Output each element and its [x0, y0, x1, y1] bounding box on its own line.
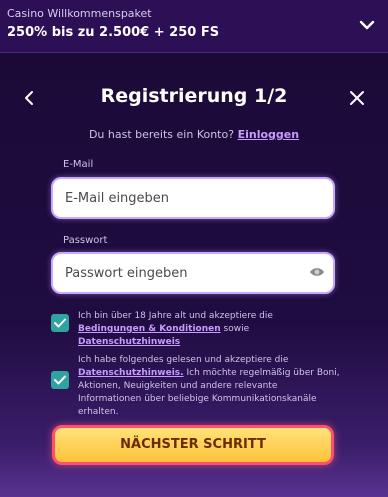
- next-step-button[interactable]: NÄCHSTER SCHRITT: [52, 425, 334, 465]
- email-label: E-Mail: [63, 159, 94, 170]
- consent-text: Ich bin über 18 Jahre alt und akzeptiere…: [78, 311, 273, 321]
- promo-title: 250% bis zu 2.500€ + 250 FS: [7, 25, 220, 40]
- privacy-marketing-consent: Ich habe folgendes gelesen und akzeptier…: [78, 354, 340, 419]
- password-label: Passwort: [63, 235, 108, 246]
- promo-banner[interactable]: Casino Willkommenspaket 250% bis zu 2.50…: [0, 0, 388, 53]
- login-prompt-text: Du hast bereits ein Konto?: [88, 128, 235, 141]
- promo-subtitle: Casino Willkommenspaket: [7, 7, 152, 20]
- privacy-link[interactable]: Datenschutzhinweis.: [78, 368, 184, 378]
- privacy-marketing-checkbox[interactable]: [51, 371, 69, 389]
- eye-icon[interactable]: [309, 266, 325, 278]
- age-terms-checkbox[interactable]: [51, 314, 69, 332]
- login-link[interactable]: Einloggen: [238, 128, 299, 141]
- check-icon: [54, 375, 66, 385]
- password-field[interactable]: [51, 252, 335, 294]
- email-field[interactable]: [51, 177, 335, 219]
- page-title: Registrierung 1/2: [100, 85, 288, 107]
- login-prompt: Du hast bereits ein Konto? Einloggen: [0, 128, 388, 141]
- consent-text: Ich habe folgendes gelesen und akzeptier…: [78, 355, 289, 365]
- close-icon[interactable]: [349, 90, 365, 106]
- check-icon: [54, 318, 66, 328]
- privacy-link[interactable]: Datenschutzhinweis: [78, 337, 180, 347]
- chevron-down-icon[interactable]: [359, 19, 375, 31]
- age-terms-consent: Ich bin über 18 Jahre alt und akzeptiere…: [78, 310, 340, 349]
- consent-text: sowie: [223, 324, 250, 334]
- terms-link[interactable]: Bedingungen & Konditionen: [78, 324, 221, 334]
